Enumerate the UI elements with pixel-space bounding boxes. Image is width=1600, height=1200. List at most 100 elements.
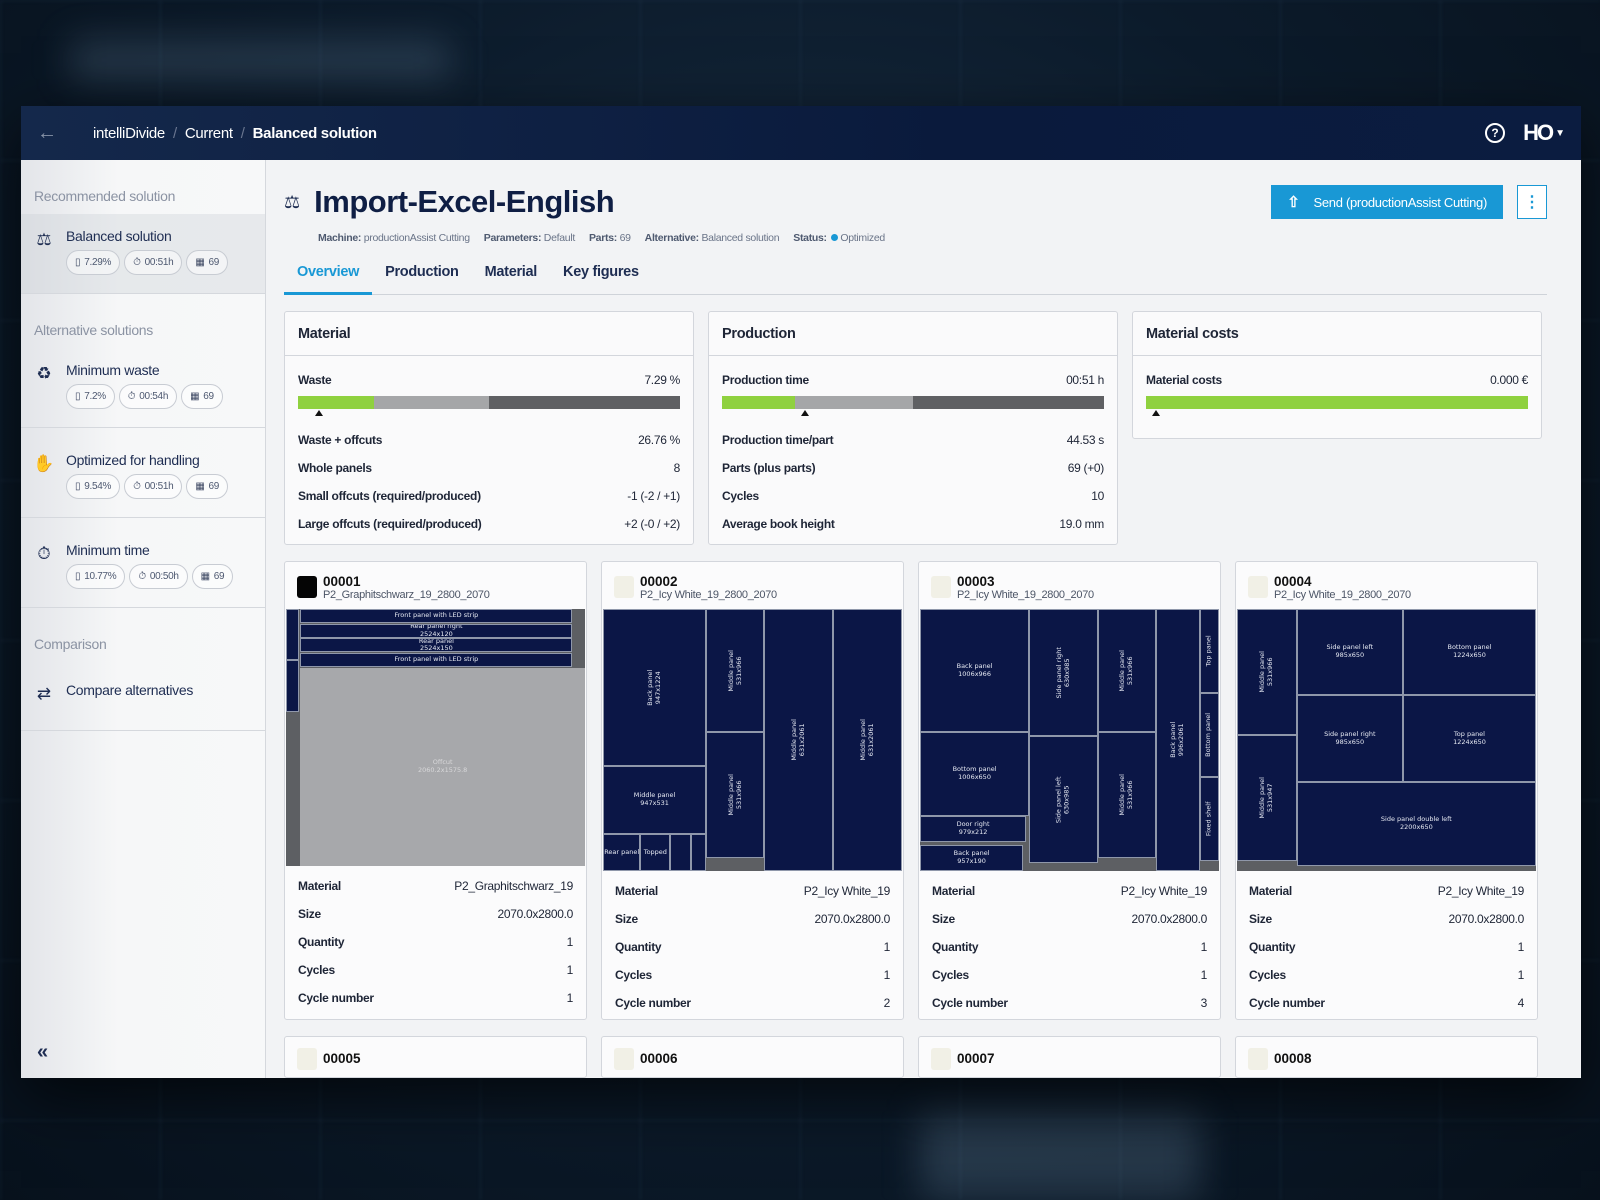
cut-part[interactable]: Fixed shelf <box>1199 776 1219 861</box>
part-label: Side panel double left 2200x650 <box>1380 815 1452 831</box>
cut-part[interactable]: Middle panel 947x531 <box>603 766 707 835</box>
part-label: Middle panel 631x2061 <box>790 719 806 761</box>
cut-part[interactable]: Top panel <box>1199 609 1219 693</box>
cut-part[interactable]: Side panel right 985x650 <box>1296 695 1403 782</box>
tab-material[interactable]: Material <box>472 264 550 294</box>
gauge-bar <box>298 396 680 409</box>
cut-part[interactable]: Side panel left 630x985 <box>1029 736 1098 864</box>
sheet-header: 00008 <box>1236 1037 1537 1077</box>
sheet-id: 00003 <box>957 573 995 589</box>
detail-label: Quantity <box>298 935 345 949</box>
metric-row: Material costs 0.000 € <box>1146 366 1528 394</box>
cut-part[interactable]: Side panel left 985x650 <box>1296 609 1403 696</box>
cut-part[interactable] <box>670 834 692 871</box>
stat-chip-parts: ▦ 69 <box>186 250 229 275</box>
cutting-layout[interactable]: Middle panel 531x966 Middle panel 531x947… <box>1237 609 1536 871</box>
cutting-layout[interactable]: Back panel 1006x966 Bottom panel 1006x650… <box>920 609 1219 871</box>
detail-row: Cycles 1 <box>615 961 890 989</box>
cut-part[interactable]: Middle panel 531x966 <box>1097 732 1157 858</box>
cut-part[interactable] <box>286 609 300 661</box>
cut-part[interactable]: Middle panel 531x966 <box>706 732 765 858</box>
cut-part[interactable]: Topped <box>640 834 671 871</box>
part-label: Middle panel 631x2061 <box>858 719 875 761</box>
sheet-card[interactable]: 00007 <box>918 1036 1221 1078</box>
cut-part[interactable]: Bottom panel <box>1199 692 1219 777</box>
upload-icon: ⇧ <box>1287 194 1300 211</box>
cut-part[interactable]: Back panel 947x1224 <box>603 609 707 767</box>
cutting-layout[interactable]: Back panel 947x1224 Middle panel 947x531 R… <box>603 609 902 871</box>
sheet-card[interactable]: 00001 P2_Graphitschwarz_19_2800_2070 Front… <box>284 561 587 1020</box>
sheet-card[interactable]: 00002 P2_Icy White_19_2800_2070 Back panel… <box>601 561 904 1020</box>
cut-part[interactable] <box>691 834 707 871</box>
back-arrow-icon[interactable]: ← <box>37 122 77 145</box>
send-button-label: Send (productionAssist Cutting) <box>1313 194 1487 210</box>
sheet-card[interactable]: 00003 P2_Icy White_19_2800_2070 Back panel… <box>918 561 1221 1020</box>
cut-part[interactable]: Middle panel 531x966 <box>1097 609 1157 733</box>
metric-label: Small offcuts (required/produced) <box>298 489 481 503</box>
solution-info: Optimized for handling ▯ 9.54% ⏱ 00:51h ▦ 69 <box>66 452 229 499</box>
material-swatch <box>1248 576 1268 598</box>
cut-part[interactable]: Middle panel 531x966 <box>706 609 765 733</box>
waste-bin-icon: ▯ <box>75 391 81 402</box>
tab-key-figures[interactable]: Key figures <box>550 264 652 294</box>
more-options-button[interactable]: ⋮ <box>1517 185 1547 219</box>
send-button[interactable]: ⇧ Send (productionAssist Cutting) <box>1271 185 1503 219</box>
sidebar-item-optimized-for-handling[interactable]: ✋ Optimized for handling ▯ 9.54% ⏱ 00:51h ▦ 69 <box>21 428 265 517</box>
gauge-segment <box>912 396 1104 409</box>
cut-part[interactable]: Door right 979x212 <box>920 815 1027 843</box>
solution-stats: ▯ 7.2% ⏱ 00:54h ▦ 69 <box>66 384 223 409</box>
user-menu[interactable]: HO ▼ <box>1523 120 1565 146</box>
stat-chip-time: ⏱ 00:51h <box>124 474 183 499</box>
collapse-sidebar-icon[interactable]: « <box>37 1041 48 1064</box>
cut-part[interactable]: Front panel with LED strip <box>300 652 573 668</box>
part-label: Middle panel 531x966 <box>1118 774 1135 816</box>
help-icon[interactable]: ? <box>1485 123 1506 143</box>
cut-part[interactable] <box>286 660 300 712</box>
cut-part[interactable]: Rear panel <box>603 834 641 871</box>
offcut-piece[interactable]: Offcut 2060.2x1575.8 <box>300 668 585 866</box>
parts-grid-icon: ▦ <box>190 391 200 402</box>
stat-chip-waste: ▯ 9.54% <box>66 474 121 499</box>
sidebar-item-balanced-solution[interactable]: ⚖ Balanced solution ▯ 7.29% ⏱ 00:51h ▦ 69 <box>21 214 265 293</box>
cut-part[interactable]: Middle panel 631x2061 <box>764 609 834 871</box>
cut-part[interactable]: Middle panel 631x2061 <box>833 609 902 871</box>
detail-row: Size 2070.0x2800.0 <box>298 900 573 928</box>
cut-part[interactable]: Rear panel right 2524x120 <box>300 623 573 638</box>
sheet-card[interactable]: 00006 <box>601 1036 904 1078</box>
cut-part[interactable]: Rear panel 2524x150 <box>300 638 573 653</box>
part-label: Top panel 1224x650 <box>1453 729 1486 746</box>
cut-part[interactable]: Bottom panel 1006x650 <box>920 732 1030 816</box>
panel-title: Material <box>285 312 693 356</box>
sidebar-item-minimum-waste[interactable]: ♻ Minimum waste ▯ 7.2% ⏱ 00:54h ▦ 69 <box>21 348 265 427</box>
breadcrumb-item[interactable]: Current <box>185 125 233 142</box>
cut-part[interactable]: Side panel double left 2200x650 <box>1296 781 1536 866</box>
cut-part[interactable]: Middle panel 531x966 <box>1237 609 1297 735</box>
cut-part[interactable]: Front panel with LED strip <box>300 609 573 624</box>
tab-production[interactable]: Production <box>372 264 472 294</box>
breadcrumb-item[interactable]: intelliDivide <box>93 125 165 142</box>
detail-value: 2070.0x2800.0 <box>814 912 890 926</box>
cutting-layout[interactable]: Front panel with LED strip Rear panel rig… <box>286 609 585 866</box>
cut-part[interactable]: Bottom panel 1224x650 <box>1402 609 1536 696</box>
detail-label: Cycle number <box>615 996 691 1010</box>
cut-part[interactable]: Side panel right 630x985 <box>1029 609 1098 737</box>
sheet-card[interactable]: 00005 <box>284 1036 587 1078</box>
sheet-material-name: P2_Icy White_19_2800_2070 <box>957 588 1094 601</box>
cut-part[interactable]: Back panel 996x2061 <box>1156 609 1200 871</box>
stat-value: 10.77% <box>84 571 117 582</box>
cut-part[interactable]: Back panel 1006x966 <box>920 609 1030 733</box>
parts-grid-icon: ▦ <box>200 571 210 582</box>
detail-row: Material P2_Icy White_19 <box>932 877 1207 905</box>
metric-row: Large offcuts (required/produced) +2 (-0 … <box>298 510 680 538</box>
cut-part[interactable]: Top panel 1224x650 <box>1402 695 1536 782</box>
sheet-card[interactable]: 00004 P2_Icy White_19_2800_2070 Middle pan… <box>1235 561 1538 1020</box>
sidebar-item-compare-alternatives[interactable]: ⇄ Compare alternatives <box>21 662 265 730</box>
gauge-marker-icon <box>315 410 324 416</box>
sheet-id: 00002 <box>640 573 678 589</box>
sheet-card[interactable]: 00008 <box>1235 1036 1538 1078</box>
detail-value: 3 <box>1200 996 1208 1010</box>
cut-part[interactable]: Middle panel 531x947 <box>1237 734 1297 861</box>
cut-part[interactable]: Back panel 957x190 <box>920 844 1024 871</box>
sidebar-item-minimum-time[interactable]: ⏱ Minimum time ▯ 10.77% ⏱ 00:50h ▦ 69 <box>21 518 265 607</box>
tab-overview[interactable]: Overview <box>284 264 373 295</box>
